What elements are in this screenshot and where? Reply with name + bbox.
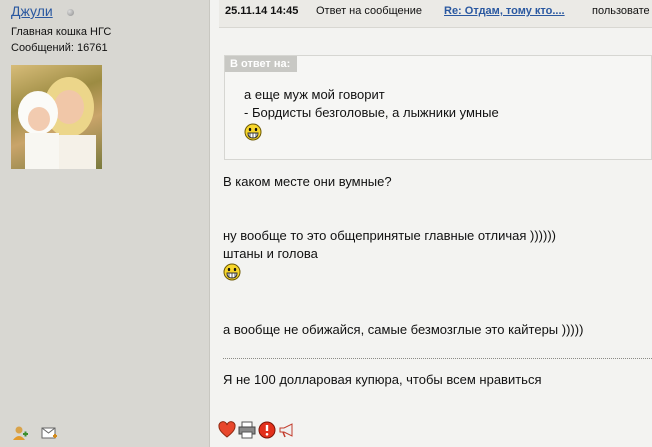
avatar[interactable] <box>11 65 102 169</box>
quote-label: В ответ на: <box>225 56 297 72</box>
quoted-message: В ответ на: а еще муж мой говорит - Борд… <box>224 55 652 160</box>
signature-text: Я не 100 долларовая купюра, чтобы всем н… <box>223 372 542 387</box>
reply-to-text: Ответ на сообщение <box>316 5 422 17</box>
add-friend-icon[interactable] <box>12 425 29 441</box>
grinning-smiley-icon <box>223 263 241 281</box>
megaphone-icon[interactable] <box>278 421 296 439</box>
print-icon[interactable] <box>238 421 256 439</box>
message-line: штаны и голова <box>223 246 318 261</box>
private-message-icon[interactable] <box>41 425 58 441</box>
post-date: 25.11.14 14:45 <box>225 5 299 17</box>
message-line: В каком месте они вумные? <box>223 174 392 189</box>
reply-author-label: пользовате <box>592 5 650 17</box>
reply-to-link[interactable]: Re: Отдам, тому кто.... <box>444 0 565 22</box>
message-count: Сообщений: 16761 <box>11 42 108 54</box>
username-link[interactable]: Джули <box>11 3 53 19</box>
post-header: 25.11.14 14:45 Ответ на сообщение Re: От… <box>219 0 652 28</box>
grinning-smiley-icon <box>244 123 262 141</box>
quote-line: - Бордисты безголовые, а лыжники умные <box>244 105 499 120</box>
user-rank: Главная кошка НГС <box>11 26 112 38</box>
signature-divider <box>223 358 652 359</box>
user-sidebar: Джули Главная кошка НГС Сообщений: 16761 <box>0 0 210 447</box>
message-line: а вообще не обижайся, самые безмозглые э… <box>223 322 584 337</box>
quote-line: а еще муж мой говорит <box>244 87 385 102</box>
online-status-icon <box>67 9 74 16</box>
report-icon[interactable] <box>258 421 276 439</box>
heart-icon[interactable] <box>218 421 236 439</box>
message-line: ну вообще то это общепринятые главные от… <box>223 228 556 243</box>
